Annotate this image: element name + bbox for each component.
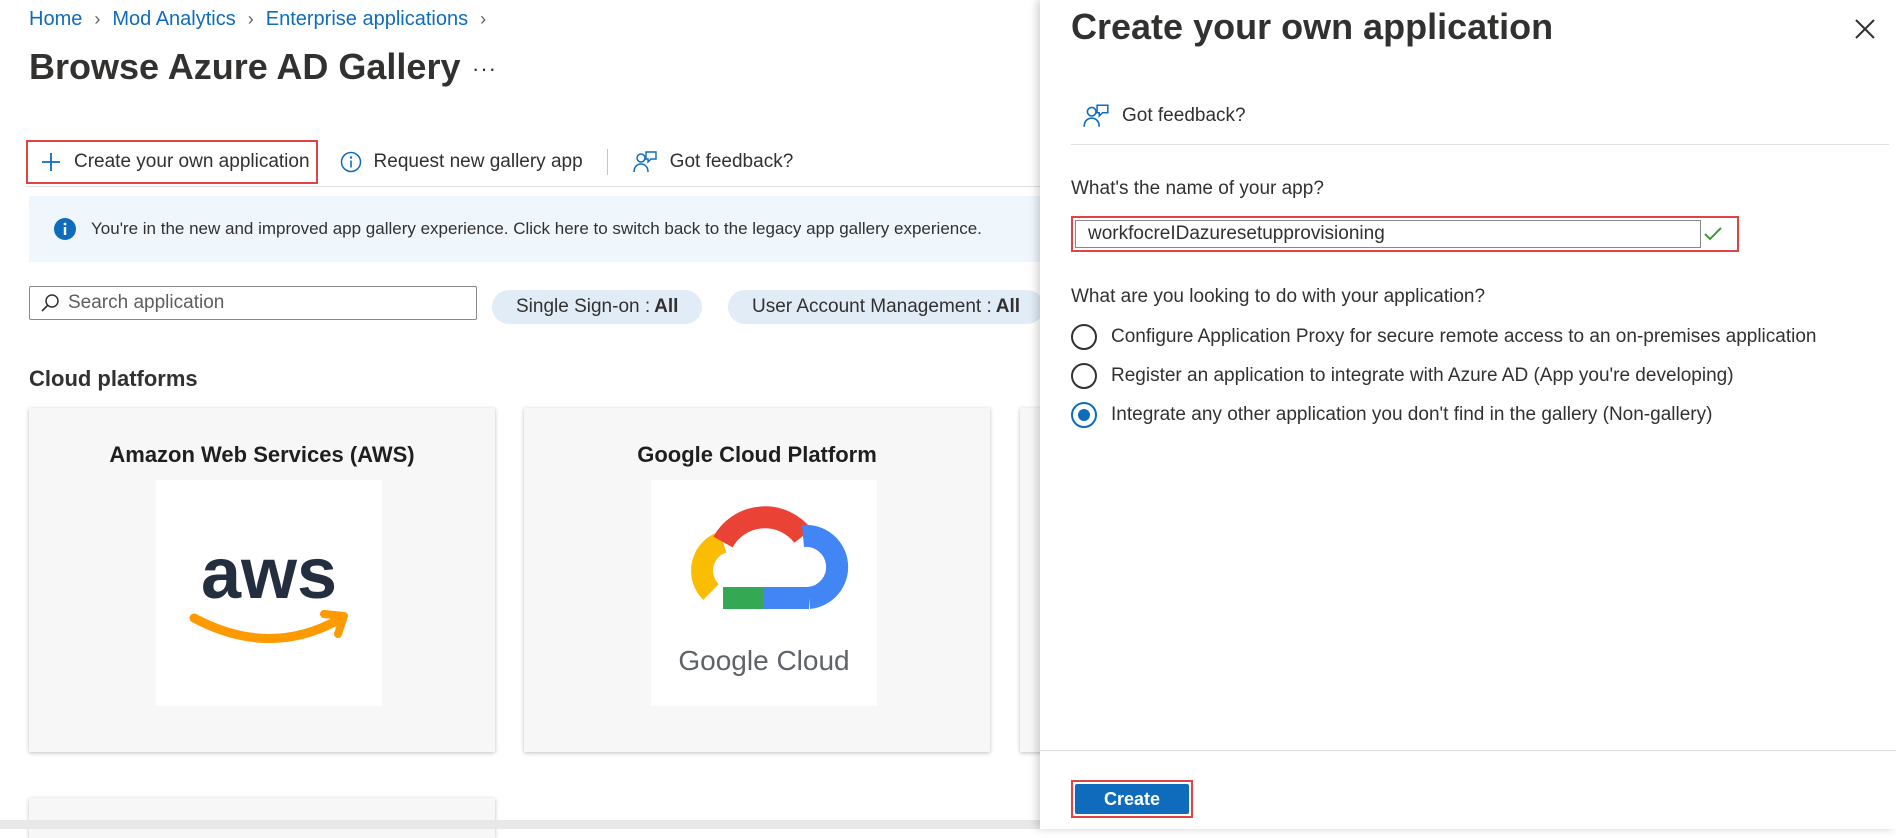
radio-button[interactable] xyxy=(1071,324,1097,350)
create-own-application-label: Create your own application xyxy=(74,151,310,172)
feedback-icon xyxy=(632,151,657,173)
panel-feedback-label: Got feedback? xyxy=(1122,105,1246,126)
option-label: Register an application to integrate wit… xyxy=(1111,365,1734,386)
option-application-proxy[interactable]: Configure Application Proxy for secure r… xyxy=(1071,324,1816,350)
create-application-panel: Create your own application Got feedback… xyxy=(1040,0,1896,829)
filter-user-account-management[interactable]: User Account Management : All xyxy=(728,290,1045,324)
option-label: Configure Application Proxy for secure r… xyxy=(1111,326,1817,347)
request-gallery-app-label: Request new gallery app xyxy=(373,151,583,172)
chevron-right-icon: › xyxy=(480,9,487,29)
aws-logo: aws xyxy=(156,480,382,706)
app-card-aws[interactable]: Amazon Web Services (AWS) aws xyxy=(29,408,495,752)
breadcrumb-enterprise-applications[interactable]: Enterprise applications xyxy=(266,8,468,31)
app-card-row2[interactable] xyxy=(29,798,495,838)
option-label: Integrate any other application you don'… xyxy=(1111,404,1713,425)
app-name-field xyxy=(1071,216,1739,252)
panel-title: Create your own application xyxy=(1071,6,1554,47)
section-title: Cloud platforms xyxy=(29,366,198,391)
google-cloud-logo: Google Cloud xyxy=(651,480,877,706)
breadcrumb-home[interactable]: Home xyxy=(29,8,82,31)
checkmark-icon xyxy=(1704,227,1722,241)
footer-divider xyxy=(1040,750,1896,751)
filter-label: Single Sign-on : xyxy=(516,296,651,317)
purpose-label: What are you looking to do with your app… xyxy=(1071,286,1486,307)
toolbar-divider xyxy=(606,149,608,175)
create-own-application-button[interactable]: Create your own application xyxy=(26,140,318,184)
filter-label: User Account Management : xyxy=(752,296,992,317)
app-name-label: What's the name of your app? xyxy=(1071,178,1324,199)
aws-logo-text: aws xyxy=(201,534,337,614)
filter-value: All xyxy=(995,296,1021,317)
breadcrumb: Home › Mod Analytics › Enterprise applic… xyxy=(29,8,498,31)
page-title: Browse Azure AD Gallery xyxy=(29,46,461,87)
create-button-highlight: Create xyxy=(1071,780,1193,818)
legacy-gallery-banner[interactable]: You're in the new and improved app galle… xyxy=(29,196,1040,262)
filter-value: All xyxy=(654,296,679,317)
radio-button[interactable] xyxy=(1071,363,1097,389)
info-icon xyxy=(340,151,361,173)
app-card-title: Google Cloud Platform xyxy=(637,442,877,467)
option-register-application[interactable]: Register an application to integrate wit… xyxy=(1071,363,1734,389)
close-icon[interactable] xyxy=(1852,16,1878,42)
breadcrumb-mod-analytics[interactable]: Mod Analytics xyxy=(112,8,235,31)
horizontal-scrollbar[interactable] xyxy=(0,820,1040,829)
search-application-input[interactable]: Search application xyxy=(29,286,477,320)
option-non-gallery[interactable]: Integrate any other application you don'… xyxy=(1071,402,1712,428)
got-feedback-label: Got feedback? xyxy=(669,151,794,172)
filter-single-sign-on[interactable]: Single Sign-on : All xyxy=(492,290,703,324)
app-card-google-cloud[interactable]: Google Cloud Platform Google Cloud xyxy=(524,408,990,752)
info-filled-icon xyxy=(54,218,76,240)
panel-feedback-button[interactable]: Got feedback? xyxy=(1082,102,1246,130)
chevron-right-icon: › xyxy=(94,9,101,29)
search-placeholder: Search application xyxy=(68,292,225,313)
toolbar-divider-line xyxy=(26,186,1040,187)
banner-text: You're in the new and improved app galle… xyxy=(91,219,982,238)
app-card-title: Amazon Web Services (AWS) xyxy=(109,442,415,467)
search-icon xyxy=(41,294,59,312)
google-cloud-logo-text: Google Cloud xyxy=(678,645,849,676)
create-button[interactable]: Create xyxy=(1075,784,1189,814)
command-bar: Create your own application Request new … xyxy=(26,140,801,184)
request-gallery-app-button[interactable]: Request new gallery app xyxy=(332,140,591,184)
radio-button-selected[interactable] xyxy=(1071,402,1097,428)
got-feedback-button[interactable]: Got feedback? xyxy=(624,140,802,184)
chevron-right-icon: › xyxy=(247,9,254,29)
plus-icon xyxy=(42,153,60,171)
feedback-icon xyxy=(1083,104,1109,127)
app-name-input[interactable] xyxy=(1075,220,1701,248)
panel-divider xyxy=(1071,144,1889,145)
more-options-button[interactable]: ··· xyxy=(472,56,497,82)
